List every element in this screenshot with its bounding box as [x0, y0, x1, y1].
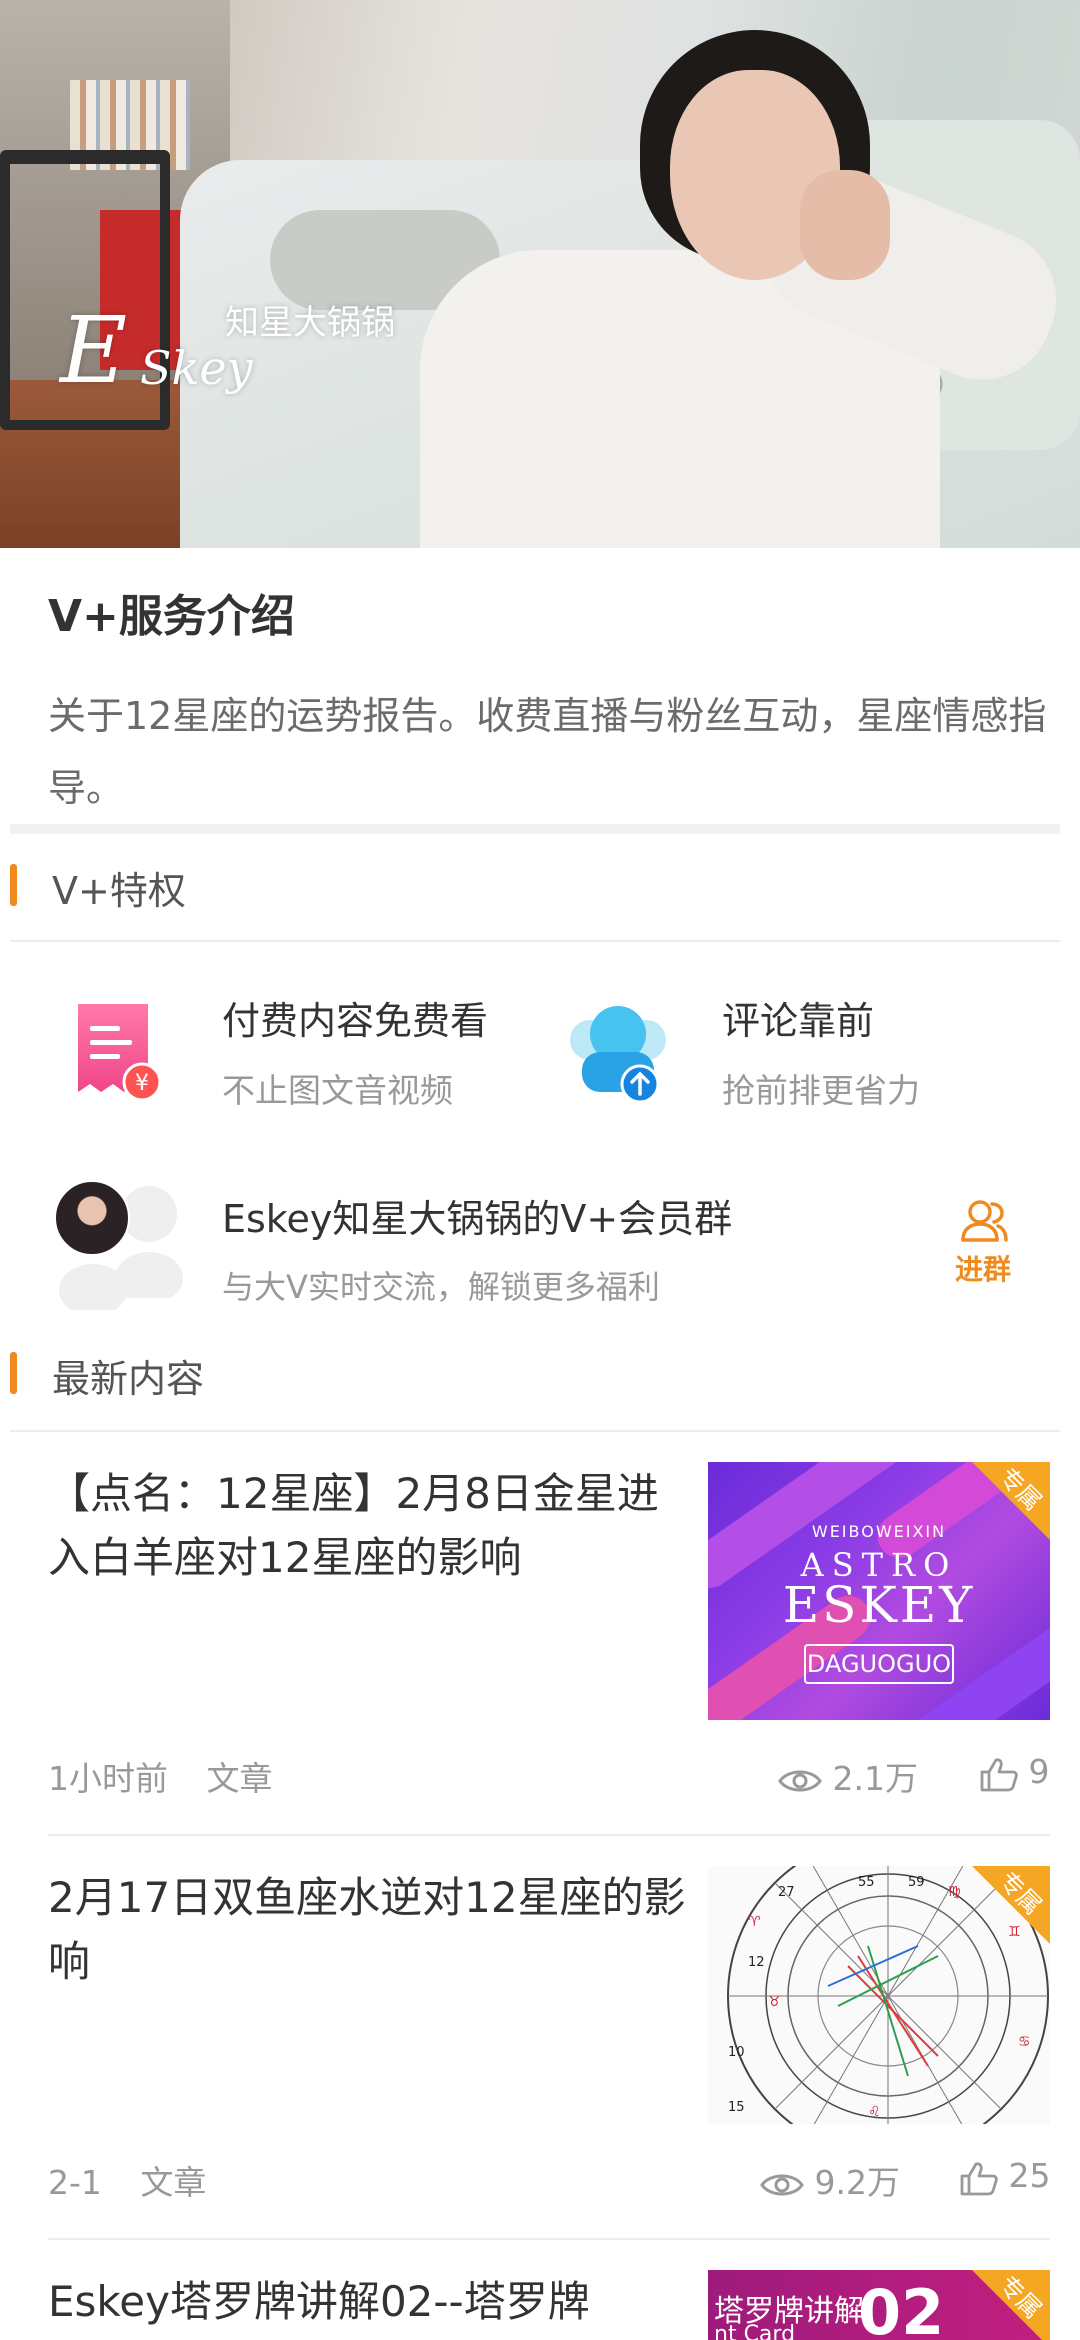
article-type: 文章: [206, 1759, 273, 1798]
like-count: 25: [1008, 2156, 1051, 2195]
privilege-subtitle: 抢前排更省力: [722, 1071, 920, 1110]
article-thumbnail: 塔罗牌讲解 02 nt Card 专属: [708, 2270, 1050, 2340]
latest-header-label: 最新内容: [52, 1357, 205, 1401]
article-thumbnail: WEIBOWEIXIN ASTRO ESKEY DAGUOGUO 专属: [708, 1462, 1050, 1720]
divider: [10, 940, 1060, 942]
divider: [48, 2238, 1050, 2240]
article-type: 文章: [140, 2163, 207, 2202]
hero-person-hand: [800, 170, 890, 280]
thumbs-up-icon: [980, 1757, 1018, 1791]
privilege-subtitle: 不止图文音视频: [222, 1071, 453, 1110]
join-group-label: 进群: [954, 1253, 1011, 1286]
view-count: 2.1万: [832, 1759, 918, 1798]
svg-text:27: 27: [778, 1885, 795, 1900]
svg-text:♋: ♋: [1018, 2034, 1031, 2050]
divider: [48, 1834, 1050, 1836]
article-likes[interactable]: 25: [960, 2156, 1051, 2196]
svg-text:♈: ♈: [748, 1914, 761, 1930]
svg-text:12: 12: [748, 1955, 765, 1970]
article-views: 2.1万: [778, 1752, 918, 1800]
logo-chinese: 知星大锅锅: [225, 303, 395, 343]
thumbnail-title: ESKEY: [782, 1576, 976, 1634]
svg-text:♌: ♌: [868, 2104, 881, 2120]
group-title: Eskey知星大锅锅的V+会员群: [222, 1197, 733, 1241]
like-count: 9: [1028, 1752, 1050, 1791]
svg-text:¥: ¥: [135, 1071, 149, 1096]
logo-english: Skey: [140, 341, 253, 395]
group-users-icon: [961, 1200, 1008, 1242]
section-accent-bar: [10, 864, 17, 906]
svg-text:15: 15: [728, 2100, 745, 2115]
divider: [10, 1430, 1060, 1432]
thumbnail-title: 02: [858, 2276, 945, 2340]
comment-priority-icon: [570, 1006, 666, 1104]
service-title: V+服务介绍: [48, 591, 295, 642]
article-meta: 1小时前 文章: [48, 1752, 273, 1800]
article-title: Eskey塔罗牌讲解02--塔罗牌: [48, 2277, 590, 2326]
svg-text:55: 55: [858, 1875, 875, 1890]
eye-icon: [760, 2174, 804, 2195]
article-likes[interactable]: 9: [980, 1752, 1050, 1792]
article-title: 【点名：12星座】2月8日金星进入白羊座对12星座的影响: [48, 1469, 659, 1582]
article-meta: 2-1 文章: [48, 2156, 206, 2204]
svg-text:10: 10: [728, 2045, 745, 2060]
article-time: 2-1: [48, 2163, 102, 2202]
svg-text:♍: ♍: [948, 1884, 961, 1900]
thumbs-up-icon: [960, 2161, 998, 2195]
join-group-button[interactable]: 进群: [950, 1198, 1016, 1288]
privilege-title: 评论靠前: [722, 999, 875, 1043]
privileges-header: V+特权: [0, 836, 1080, 936]
group-avatar: [54, 1180, 130, 1256]
article-time: 1小时前: [48, 1759, 168, 1798]
latest-header: 最新内容: [0, 1324, 1080, 1424]
service-description: 关于12星座的运势报告。收费直播与粉丝互动，星座情感指导。: [48, 694, 1047, 810]
svg-text:59: 59: [908, 1875, 925, 1890]
article-thumbnail: ♈ ♉ ♊ ♋ ♌ ♍ 27 12 10 55 59 15 专属: [708, 1866, 1050, 2124]
group-subtitle: 与大V实时交流，解锁更多福利: [222, 1268, 660, 1306]
thumbnail-caption: nt Card: [714, 2322, 796, 2340]
eye-icon: [778, 1770, 822, 1791]
svg-text:♉: ♉: [768, 1994, 781, 2010]
section-divider: [10, 824, 1060, 834]
thumbnail-caption: DAGUOGUO: [804, 1644, 954, 1684]
section-accent-bar: [10, 1352, 17, 1394]
hero-banner: E 知星大锅锅 Skey: [0, 0, 1080, 548]
paid-content-icon: ¥: [78, 1004, 162, 1102]
article-views: 9.2万: [760, 2156, 900, 2204]
article-title: 2月17日双鱼座水逆对12星座的影响: [48, 1873, 686, 1986]
view-count: 9.2万: [814, 2163, 900, 2202]
privileges-header-label: V+特权: [52, 869, 186, 913]
logo-mark: E: [60, 297, 128, 404]
privilege-title: 付费内容免费看: [222, 999, 489, 1043]
